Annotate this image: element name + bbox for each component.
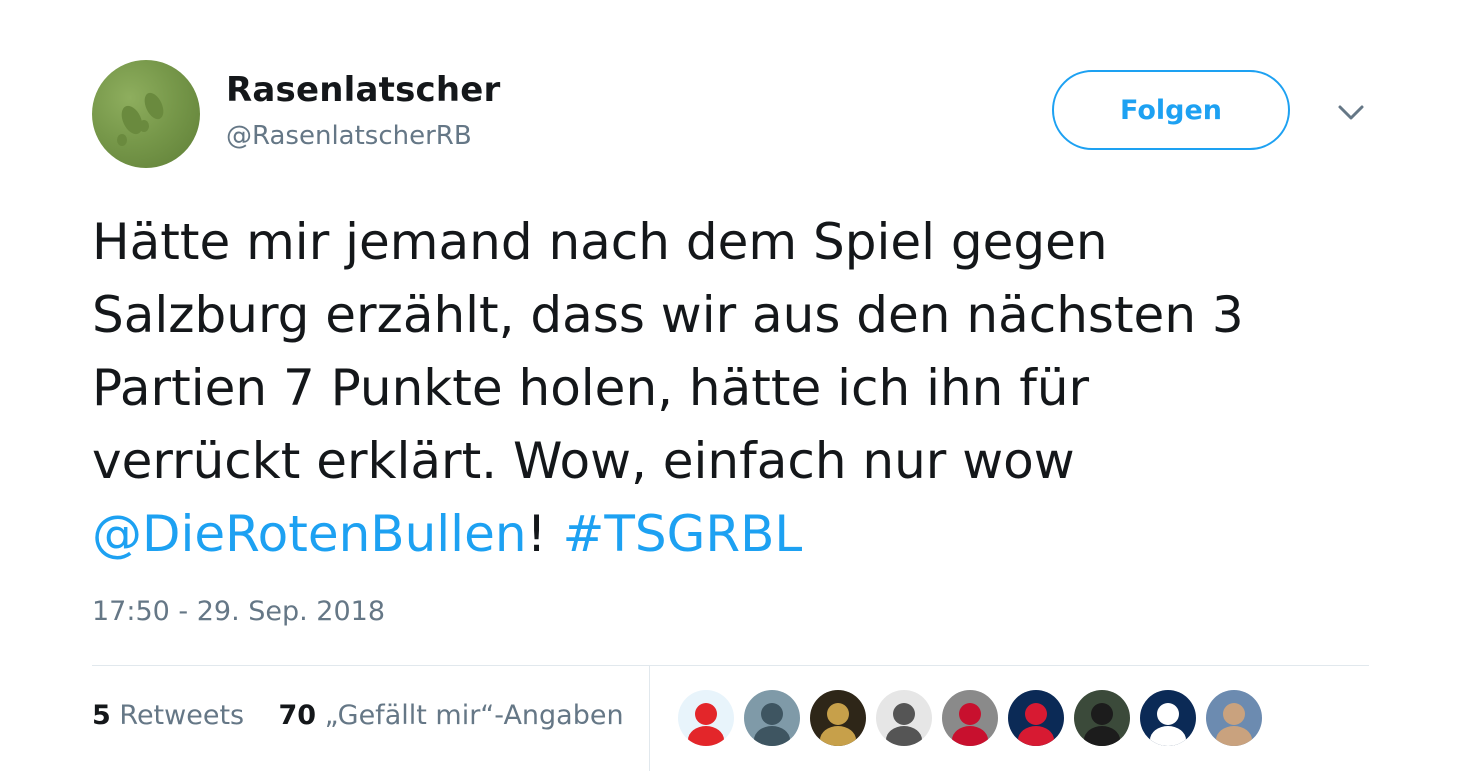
tweet-line: Partien 7 Punkte holen, hätte ich ihn fü… (92, 359, 1090, 417)
couple-photo-avatar (1216, 703, 1252, 746)
tweet-line: verrückt erklärt. Wow, einfach nur wow (92, 432, 1075, 490)
liker-avatar[interactable] (678, 690, 734, 746)
red-mascot-avatar (688, 703, 724, 746)
divider (92, 665, 1369, 666)
sketch-avatar (886, 703, 922, 746)
stats-divider (649, 666, 650, 771)
likes-label: „Gefällt mir“-Angaben (324, 700, 624, 731)
liker-avatar[interactable] (876, 690, 932, 746)
retweets-count: 5 (92, 700, 111, 731)
person-photo-avatar (1084, 703, 1120, 746)
user-display-name[interactable]: Rasenlatscher (226, 70, 501, 110)
hashtag-link[interactable]: #TSGRBL (562, 505, 802, 563)
white-crest-avatar (1150, 703, 1186, 746)
user-avatar[interactable] (92, 60, 200, 168)
tweet-text: Hätte mir jemand nach dem Spiel gegen Sa… (92, 206, 1382, 571)
likes-count: 70 (278, 700, 317, 731)
retweets-label: Retweets (119, 700, 245, 731)
mention-link[interactable]: @DieRotenBullen (92, 505, 527, 563)
sky-landscape-avatar (754, 703, 790, 746)
liker-avatar[interactable] (1074, 690, 1130, 746)
tweet-line: Salzburg erzählt, dass wir aus den nächs… (92, 286, 1244, 344)
tweet-punctuation: ! (526, 505, 563, 563)
tweet-line: Hätte mir jemand nach dem Spiel gegen (92, 213, 1108, 271)
grey-badge-avatar (952, 703, 988, 746)
liker-avatar[interactable] (1206, 690, 1262, 746)
likes-stat[interactable]: 70 „Gefällt mir“-Angaben (278, 700, 623, 731)
retweets-stat[interactable]: 5 Retweets (92, 700, 244, 731)
liker-avatar[interactable] (942, 690, 998, 746)
chevron-down-icon (1338, 105, 1364, 120)
more-menu-button[interactable] (1334, 100, 1368, 124)
navy-badge-avatar (1018, 703, 1054, 746)
liker-avatar[interactable] (744, 690, 800, 746)
tweet-line-last: @DieRotenBullen! #TSGRBL (92, 498, 1382, 571)
tweet-timestamp[interactable]: 17:50 - 29. Sep. 2018 (92, 596, 385, 627)
liker-avatar[interactable] (1140, 690, 1196, 746)
tweet-stats: 5 Retweets 70 „Gefällt mir“-Angaben (92, 700, 624, 731)
liker-avatar[interactable] (810, 690, 866, 746)
follow-button[interactable]: Folgen (1052, 70, 1290, 150)
liker-avatar[interactable] (1008, 690, 1064, 746)
user-handle[interactable]: @RasenlatscherRB (226, 121, 472, 151)
footprints-icon (117, 92, 164, 146)
dark-photo-avatar (820, 703, 856, 746)
